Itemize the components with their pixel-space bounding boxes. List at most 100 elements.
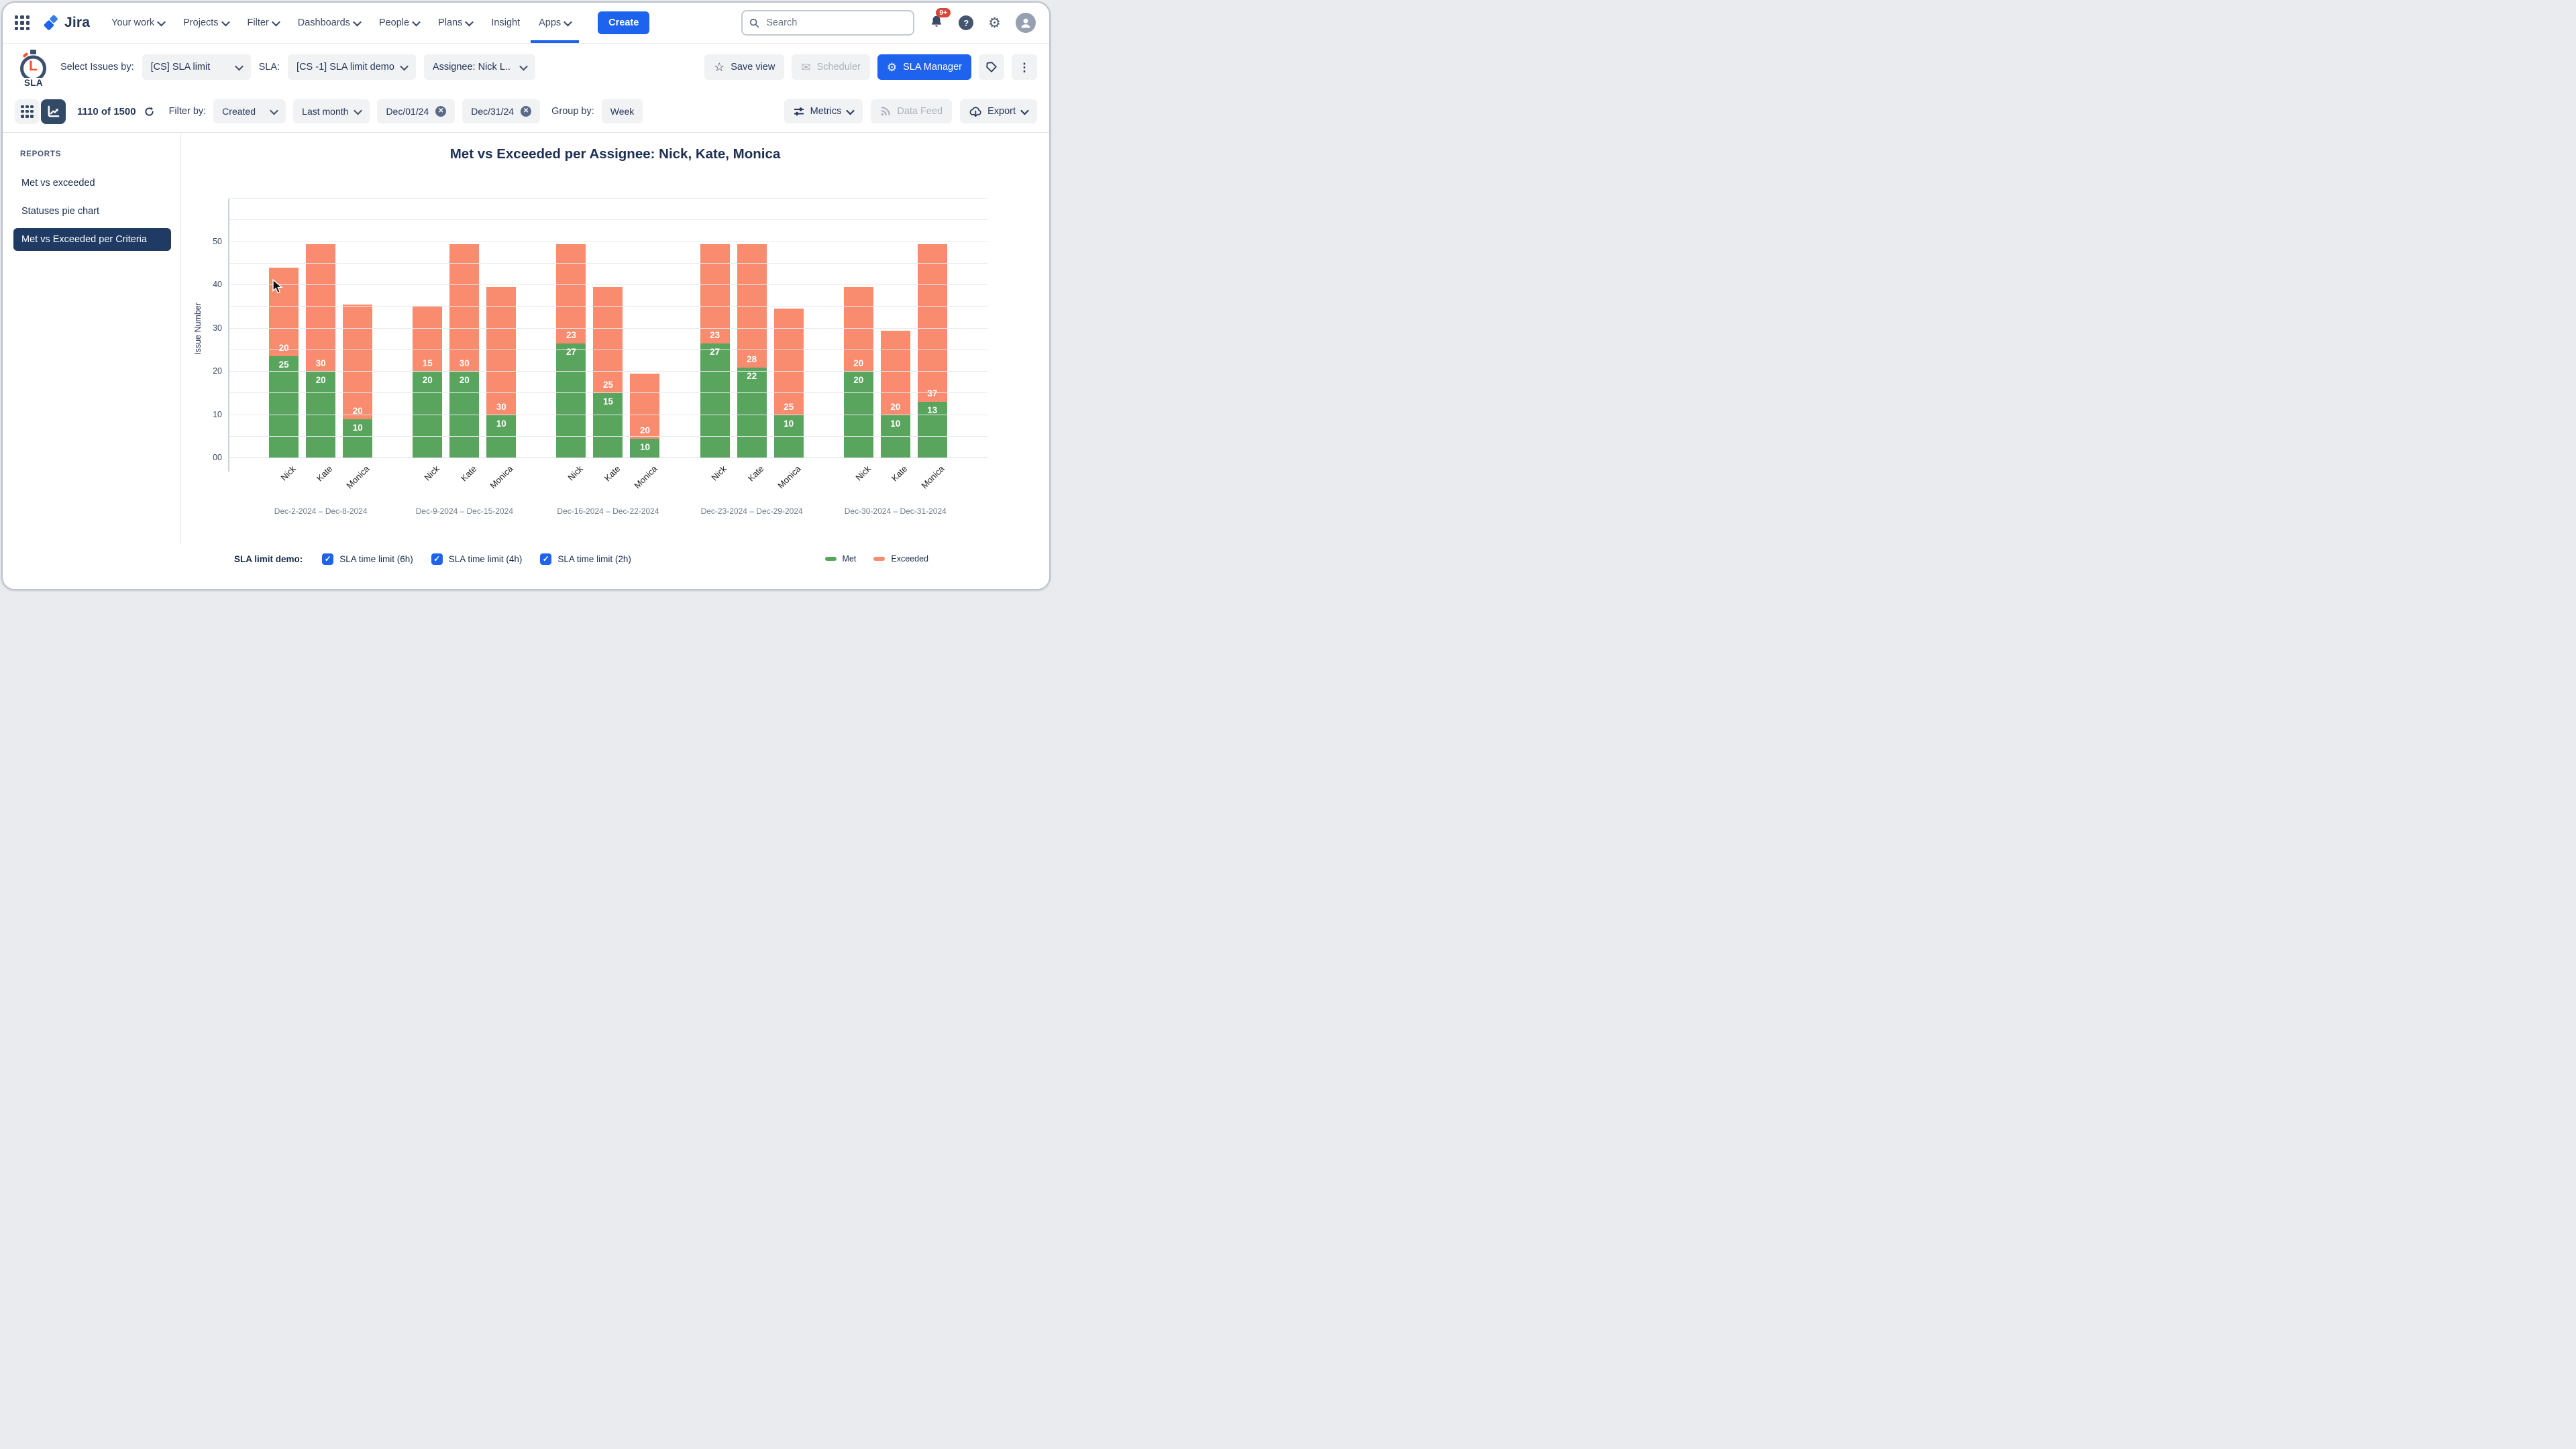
- sla-checkbox-sla-time-limit-2h-[interactable]: ✓ SLA time limit (2h): [540, 553, 631, 565]
- sla-manager-button[interactable]: ⚙ SLA Manager: [877, 54, 971, 80]
- sla-config-dropdown[interactable]: [CS -1] SLA limit demo: [288, 54, 416, 80]
- checkbox-icon[interactable]: ✓: [322, 553, 334, 565]
- search-input[interactable]: [765, 17, 907, 29]
- close-icon[interactable]: ✕: [521, 106, 532, 117]
- met-segment[interactable]: 27: [556, 343, 586, 458]
- table-view-toggle[interactable]: [15, 99, 40, 124]
- chart-view-toggle[interactable]: [41, 99, 66, 124]
- menu-item-insight[interactable]: Insight: [483, 3, 528, 43]
- sla-checkbox-sla-time-limit-6h-[interactable]: ✓ SLA time limit (6h): [322, 553, 413, 565]
- checkbox-icon[interactable]: ✓: [540, 553, 552, 565]
- data-feed-button[interactable]: Data Feed: [871, 99, 953, 123]
- exceeded-segment[interactable]: 20: [880, 330, 910, 415]
- met-segment[interactable]: 22: [737, 367, 767, 458]
- stacked-bar-nick[interactable]: 23 27 Nick: [556, 244, 586, 482]
- save-view-button[interactable]: ☆ Save view: [704, 54, 785, 80]
- sidebar-item-met-vs-exceeded[interactable]: Met vs exceeded: [13, 172, 171, 195]
- chevron-down-icon: [519, 62, 528, 70]
- met-segment[interactable]: 15: [593, 393, 623, 458]
- stacked-bar-nick[interactable]: 20 25 Nick: [269, 268, 299, 482]
- stacked-bar-monica[interactable]: 30 10 Monica: [486, 287, 517, 490]
- met-value-label: 20: [459, 375, 470, 385]
- exceeded-value-label: 23: [566, 330, 576, 341]
- sla-config-value: [CS -1] SLA limit demo: [297, 62, 394, 72]
- data-feed-label: Data Feed: [897, 106, 943, 117]
- search-box[interactable]: [741, 10, 915, 36]
- chart-legend: Met Exceeded: [824, 554, 928, 564]
- more-options-button[interactable]: ⋮: [1012, 54, 1037, 80]
- refresh-icon[interactable]: [144, 106, 155, 117]
- met-segment[interactable]: 20: [843, 372, 873, 458]
- met-segment[interactable]: 10: [486, 415, 517, 458]
- chart-view-icon: [48, 105, 60, 117]
- stacked-bar-kate[interactable]: 28 22 Kate: [737, 244, 767, 484]
- create-button[interactable]: Create: [598, 11, 650, 34]
- met-segment[interactable]: 10: [880, 415, 910, 458]
- bar-category-label: Monica: [344, 464, 372, 491]
- tag-button[interactable]: [979, 54, 1004, 80]
- stacked-bar-nick[interactable]: 20 20 Nick: [843, 287, 873, 482]
- met-segment[interactable]: 13: [917, 402, 947, 458]
- menu-item-label: Filter: [247, 17, 269, 28]
- exceeded-segment[interactable]: 23: [556, 244, 586, 344]
- exceeded-segment[interactable]: 23: [700, 244, 730, 344]
- settings-icon[interactable]: ⚙: [988, 16, 1001, 30]
- date-to-chip[interactable]: Dec/31/24 ✕: [462, 99, 541, 123]
- menu-item-your-work[interactable]: Your work: [103, 3, 172, 43]
- exceeded-segment[interactable]: 25: [593, 287, 623, 394]
- chevron-down-icon: [412, 17, 421, 26]
- help-button[interactable]: ?: [959, 15, 974, 30]
- menu-item-apps[interactable]: Apps: [531, 3, 579, 43]
- checkbox-icon[interactable]: ✓: [431, 553, 443, 565]
- sidebar-item-met-vs-exceeded-per-criteria[interactable]: Met vs Exceeded per Criteria: [13, 228, 171, 251]
- group-by-dropdown[interactable]: Week: [601, 99, 643, 123]
- exceeded-segment[interactable]: 15: [413, 307, 443, 372]
- menu-item-dashboards[interactable]: Dashboards: [290, 3, 368, 43]
- exceeded-value-label: 20: [278, 343, 289, 354]
- range-dropdown[interactable]: Last month: [293, 99, 370, 123]
- sidebar-item-statuses-pie-chart[interactable]: Statuses pie chart: [13, 200, 171, 223]
- exceeded-segment[interactable]: 25: [773, 309, 804, 415]
- group-by-value: Week: [610, 106, 635, 117]
- met-segment[interactable]: 10: [630, 438, 660, 458]
- menu-item-people[interactable]: People: [371, 3, 427, 43]
- exceeded-segment[interactable]: 20: [843, 287, 873, 372]
- assignee-dropdown[interactable]: Assignee: Nick L..: [423, 54, 535, 80]
- met-segment[interactable]: 10: [343, 419, 373, 458]
- chevron-down-icon: [234, 62, 244, 70]
- week-group: 15 20 Nick 30 20 Kate 30 10 Monica Dec-9-2024 – D…: [413, 199, 517, 516]
- notifications-button[interactable]: 9+: [929, 7, 951, 32]
- exceeded-value-label: 20: [352, 405, 363, 416]
- stacked-bar-nick[interactable]: 23 27 Nick: [700, 244, 730, 482]
- jira-logo[interactable]: Jira: [43, 14, 90, 32]
- exceeded-segment[interactable]: 37: [917, 244, 947, 402]
- exceeded-segment[interactable]: 20: [630, 374, 660, 439]
- met-segment[interactable]: 20: [413, 372, 443, 458]
- app-switcher-icon[interactable]: [15, 15, 30, 30]
- stacked-bar-kate[interactable]: 30 20 Kate: [306, 244, 336, 484]
- met-value-label: 22: [747, 370, 757, 381]
- menu-item-plans[interactable]: Plans: [430, 3, 480, 43]
- met-segment[interactable]: 10: [773, 415, 804, 458]
- exceeded-segment[interactable]: 20: [343, 305, 373, 419]
- export-button[interactable]: Export: [960, 99, 1037, 123]
- met-segment[interactable]: 27: [700, 343, 730, 458]
- menu-item-filter[interactable]: Filter: [239, 3, 287, 43]
- menu-item-projects[interactable]: Projects: [175, 3, 236, 43]
- stacked-bar-kate[interactable]: 30 20 Kate: [449, 244, 480, 484]
- met-segment[interactable]: 25: [269, 356, 299, 458]
- date-from-chip[interactable]: Dec/01/24 ✕: [377, 99, 455, 123]
- metrics-button[interactable]: Metrics: [784, 99, 863, 123]
- met-segment[interactable]: 20: [306, 372, 336, 458]
- sla-checkbox-sla-time-limit-4h-[interactable]: ✓ SLA time limit (4h): [431, 553, 522, 565]
- stacked-bar-monica[interactable]: 20 10 Monica: [630, 374, 660, 490]
- field-dropdown[interactable]: Created: [213, 99, 286, 123]
- close-icon[interactable]: ✕: [435, 106, 447, 117]
- issues-filter-dropdown[interactable]: [CS] SLA limit: [142, 54, 251, 80]
- met-segment[interactable]: 20: [449, 372, 480, 458]
- avatar[interactable]: [1016, 13, 1036, 33]
- stacked-bar-monica[interactable]: 37 13 Monica: [917, 244, 947, 490]
- stacked-bar-kate[interactable]: 25 15 Kate: [593, 287, 623, 484]
- scheduler-button[interactable]: ✉ Scheduler: [792, 54, 870, 80]
- bar-category-label: Monica: [775, 464, 803, 491]
